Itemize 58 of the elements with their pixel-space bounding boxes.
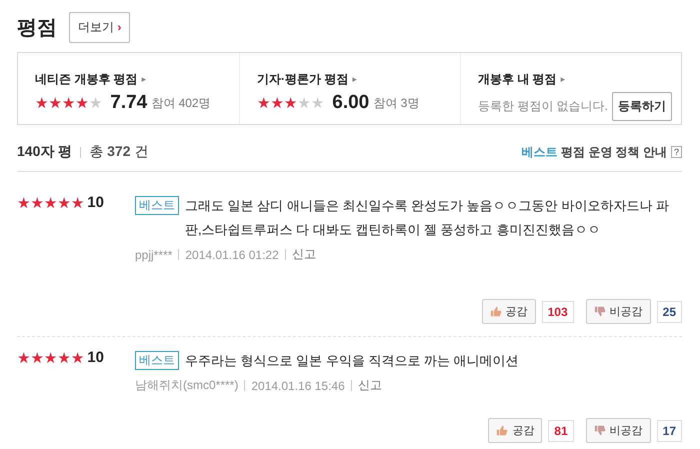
- best-badge: 베스트: [135, 196, 179, 215]
- star-icon: ★: [70, 349, 84, 367]
- rating-score: 6.00: [332, 92, 370, 114]
- star-icon: ★: [44, 349, 58, 367]
- review-date: 2014.01.16 01:22: [185, 248, 279, 262]
- dislike-button[interactable]: 비공감: [586, 418, 651, 443]
- star-icon: ★: [257, 94, 270, 112]
- more-button[interactable]: 더보기 ›: [69, 12, 130, 42]
- star-icon: ★: [44, 194, 58, 212]
- rating-label[interactable]: 기자·평론가 평점: [257, 71, 348, 88]
- star-icon: ★: [17, 349, 30, 367]
- like-button[interactable]: 공감: [488, 418, 542, 443]
- star-icon: ★: [297, 94, 311, 112]
- star-icon: ★: [88, 94, 102, 112]
- star-icon: ★: [75, 94, 89, 112]
- like-button[interactable]: 공감: [482, 299, 536, 324]
- like-count: 81: [548, 420, 574, 442]
- star-icon: ★: [30, 194, 44, 212]
- total-count: 총 372 건: [89, 143, 148, 161]
- star-icon: ★: [57, 349, 71, 367]
- star-icon: ★: [17, 194, 30, 212]
- review-text: 우주라는 형식으로 일본 우익을 직격으로 까는 애니메이션: [185, 352, 520, 370]
- star-icon: ★: [270, 94, 284, 112]
- arrow-icon[interactable]: ▸: [560, 74, 566, 85]
- dislike-count: 17: [656, 420, 682, 442]
- policy-link[interactable]: 베스트 평점 운영 정책 안내: [522, 144, 667, 160]
- review-text: 그래도 일본 삼디 애니들은 최신일수록 완성도가 높음ㅇㅇ그동안 바이오하자드나 파판,스타쉽트루퍼스 다 대봐도 캡틴하록이 젤 풍성하고 흥미진진했음ㅇㅇ: [185, 197, 670, 239]
- star-icon: ★: [35, 94, 48, 112]
- star-icon: ★: [284, 94, 298, 112]
- star-icon: ★: [70, 194, 84, 212]
- report-link[interactable]: 신고: [358, 377, 382, 394]
- participant-count: 참여 402명: [151, 94, 211, 112]
- review-score: 10: [87, 194, 104, 212]
- rating-label[interactable]: 네티즌 개봉후 평점: [35, 71, 138, 88]
- rating-label[interactable]: 개봉후 내 평점: [478, 71, 557, 88]
- report-link[interactable]: 신고: [292, 246, 316, 263]
- star-icon: ★: [48, 94, 62, 112]
- star-icon: ★: [30, 349, 44, 367]
- arrow-icon[interactable]: ▸: [352, 74, 357, 85]
- dislike-count: 25: [656, 300, 682, 322]
- best-badge: 베스트: [135, 351, 179, 370]
- dislike-button[interactable]: 비공감: [586, 299, 651, 324]
- author-name: ppjj****: [135, 248, 172, 262]
- list-title: 140자 평: [17, 143, 72, 161]
- like-count: 103: [542, 300, 574, 322]
- empty-message: 등록한 평점이 없습니다.: [478, 98, 608, 115]
- section-title: 평점: [17, 16, 57, 40]
- author-name: 남해쥐치(smc0****): [135, 377, 238, 394]
- review-score: 10: [87, 349, 104, 367]
- participant-count: 참여 3명: [373, 94, 420, 112]
- review-date: 2014.01.16 15:46: [251, 378, 345, 392]
- register-button[interactable]: 등록하기: [612, 92, 672, 121]
- star-icon: ★: [310, 94, 324, 112]
- help-icon[interactable]: ?: [671, 146, 682, 158]
- rating-score: 7.74: [110, 92, 148, 114]
- star-icon: ★: [57, 194, 71, 212]
- arrow-icon[interactable]: ▸: [142, 74, 146, 85]
- star-icon: ★: [62, 94, 76, 112]
